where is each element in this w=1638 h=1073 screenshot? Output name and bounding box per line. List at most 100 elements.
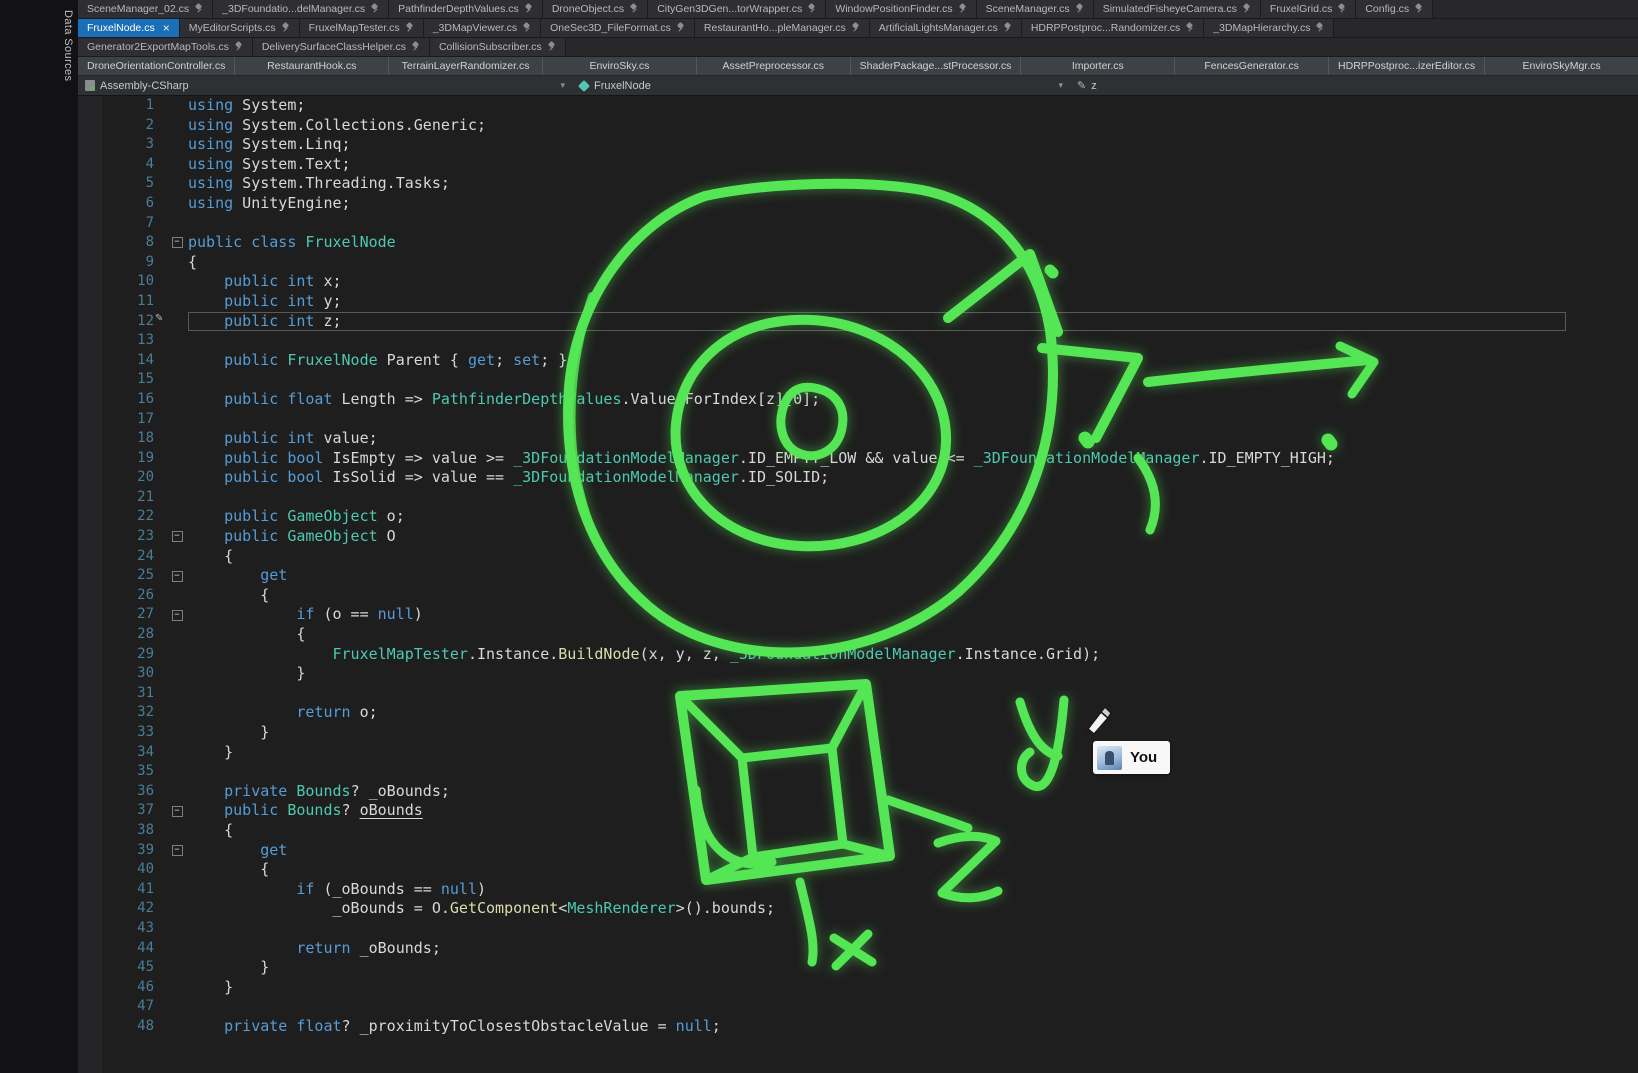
breakpoint-margin[interactable] — [78, 821, 102, 841]
code-line[interactable]: 26 { — [78, 586, 1638, 606]
code-area[interactable]: 1using System;2using System.Collections.… — [78, 96, 1638, 1037]
code-text[interactable]: private Bounds? _oBounds; — [188, 782, 1566, 802]
pin-icon[interactable] — [1415, 4, 1423, 14]
code-line[interactable]: 34 } — [78, 743, 1638, 763]
document-tab[interactable]: AssetPreprocessor.cs — [697, 57, 851, 75]
code-line[interactable]: 47 — [78, 997, 1638, 1017]
code-text[interactable] — [188, 684, 1566, 704]
code-line[interactable]: 22 public GameObject o; — [78, 507, 1638, 527]
code-text[interactable]: if (o == null) — [188, 605, 1566, 625]
document-tab[interactable]: RestaurantHook.cs — [235, 57, 389, 75]
code-line[interactable]: 46 } — [78, 978, 1638, 998]
document-tab[interactable]: TerrainLayerRandomizer.cs — [389, 57, 543, 75]
code-text[interactable]: } — [188, 723, 1566, 743]
code-line[interactable]: 20 public bool IsSolid => value == _3DFo… — [78, 468, 1638, 488]
code-text[interactable]: } — [188, 958, 1566, 978]
code-text[interactable]: } — [188, 664, 1566, 684]
code-line[interactable]: 48 private float? _proximityToClosestObs… — [78, 1017, 1638, 1037]
breakpoint-margin[interactable] — [78, 429, 102, 449]
code-line[interactable]: 8−public class FruxelNode — [78, 233, 1638, 253]
breakpoint-margin[interactable] — [78, 743, 102, 763]
breakpoint-margin[interactable] — [78, 507, 102, 527]
close-icon[interactable]: × — [163, 22, 170, 34]
document-tab[interactable]: FencesGenerator.cs — [1175, 57, 1329, 75]
breakpoint-margin[interactable] — [78, 723, 102, 743]
collapse-icon[interactable]: − — [172, 237, 183, 248]
code-text[interactable] — [188, 410, 1566, 430]
breakpoint-margin[interactable] — [78, 96, 102, 116]
code-text[interactable]: public bool IsEmpty => value >= _3DFound… — [188, 449, 1566, 469]
breakpoint-margin[interactable] — [78, 1017, 102, 1037]
breakpoint-margin[interactable] — [78, 625, 102, 645]
code-text[interactable]: using System.Linq; — [188, 135, 1566, 155]
code-line[interactable]: 4using System.Text; — [78, 155, 1638, 175]
document-tab[interactable]: SimulatedFisheyeCamera.cs — [1094, 0, 1261, 18]
code-text[interactable]: using System.Threading.Tasks; — [188, 174, 1566, 194]
breakpoint-margin[interactable] — [78, 410, 102, 430]
document-tab[interactable]: HDRPPostproc...Randomizer.cs — [1022, 19, 1204, 37]
code-line[interactable]: 2using System.Collections.Generic; — [78, 116, 1638, 136]
breakpoint-margin[interactable] — [78, 919, 102, 939]
breakpoint-margin[interactable] — [78, 782, 102, 802]
document-tab[interactable]: PathfinderDepthValues.cs — [389, 0, 543, 18]
document-tab[interactable]: MyEditorScripts.cs — [180, 19, 300, 37]
document-tab[interactable]: DroneObject.cs — [543, 0, 648, 18]
code-text[interactable]: FruxelMapTester.Instance.BuildNode(x, y,… — [188, 645, 1566, 665]
code-text[interactable]: public GameObject O — [188, 527, 1566, 547]
pin-icon[interactable] — [548, 42, 556, 52]
code-line[interactable]: 30 } — [78, 664, 1638, 684]
code-line[interactable]: 16 public float Length => PathfinderDept… — [78, 390, 1638, 410]
document-tab[interactable]: WindowPositionFinder.cs — [826, 0, 976, 18]
code-text[interactable] — [188, 762, 1566, 782]
code-line[interactable]: 5using System.Threading.Tasks; — [78, 174, 1638, 194]
document-tab[interactable]: Importer.cs — [1021, 57, 1175, 75]
breakpoint-margin[interactable] — [78, 547, 102, 567]
breakpoint-margin[interactable] — [78, 566, 102, 586]
code-text[interactable]: using System.Collections.Generic; — [188, 116, 1566, 136]
code-line[interactable]: 14 public FruxelNode Parent { get; set; … — [78, 351, 1638, 371]
breakpoint-margin[interactable] — [78, 488, 102, 508]
breakpoint-margin[interactable] — [78, 841, 102, 861]
code-text[interactable]: using UnityEngine; — [188, 194, 1566, 214]
document-tab[interactable]: FruxelMapTester.cs — [300, 19, 424, 37]
pin-icon[interactable] — [412, 42, 420, 52]
code-line[interactable]: 17 — [78, 410, 1638, 430]
pin-icon[interactable] — [959, 4, 967, 14]
code-text[interactable]: public int z; — [188, 312, 1566, 332]
code-line[interactable]: 15 — [78, 370, 1638, 390]
document-tab[interactable]: EnviroSky.cs — [543, 57, 697, 75]
code-line[interactable]: 37− public Bounds? oBounds — [78, 801, 1638, 821]
collapse-icon[interactable]: − — [172, 845, 183, 856]
pin-icon[interactable] — [525, 4, 533, 14]
code-line[interactable]: 21 — [78, 488, 1638, 508]
member-dropdown[interactable]: z — [1070, 76, 1638, 95]
code-line[interactable]: 24 { — [78, 547, 1638, 567]
code-line[interactable]: 18 public int value; — [78, 429, 1638, 449]
code-text[interactable]: using System; — [188, 96, 1566, 116]
breakpoint-margin[interactable] — [78, 116, 102, 136]
code-line[interactable]: 25− get — [78, 566, 1638, 586]
code-line[interactable]: 44 return _oBounds; — [78, 939, 1638, 959]
collapse-icon[interactable]: − — [172, 571, 183, 582]
code-line[interactable]: 27− if (o == null) — [78, 605, 1638, 625]
code-text[interactable]: { — [188, 586, 1566, 606]
pin-icon[interactable] — [282, 23, 290, 33]
breakpoint-margin[interactable] — [78, 155, 102, 175]
document-tab[interactable]: FruxelGrid.cs — [1261, 0, 1356, 18]
code-line[interactable]: 10 public int x; — [78, 272, 1638, 292]
breakpoint-margin[interactable] — [78, 312, 102, 332]
breakpoint-margin[interactable] — [78, 233, 102, 253]
code-text[interactable] — [188, 488, 1566, 508]
code-line[interactable]: 29 FruxelMapTester.Instance.BuildNode(x,… — [78, 645, 1638, 665]
code-line[interactable]: 35 — [78, 762, 1638, 782]
code-line[interactable]: 36 private Bounds? _oBounds; — [78, 782, 1638, 802]
pin-icon[interactable] — [1316, 23, 1324, 33]
breakpoint-margin[interactable] — [78, 801, 102, 821]
code-text[interactable]: { — [188, 547, 1566, 567]
tool-tab-data-sources[interactable]: Data Sources — [62, 0, 78, 110]
code-text[interactable]: public int value; — [188, 429, 1566, 449]
pin-icon[interactable] — [630, 4, 638, 14]
document-tab[interactable]: HDRPPostproc...izerEditor.cs — [1329, 57, 1485, 75]
breakpoint-margin[interactable] — [78, 194, 102, 214]
collapse-icon[interactable]: − — [172, 806, 183, 817]
